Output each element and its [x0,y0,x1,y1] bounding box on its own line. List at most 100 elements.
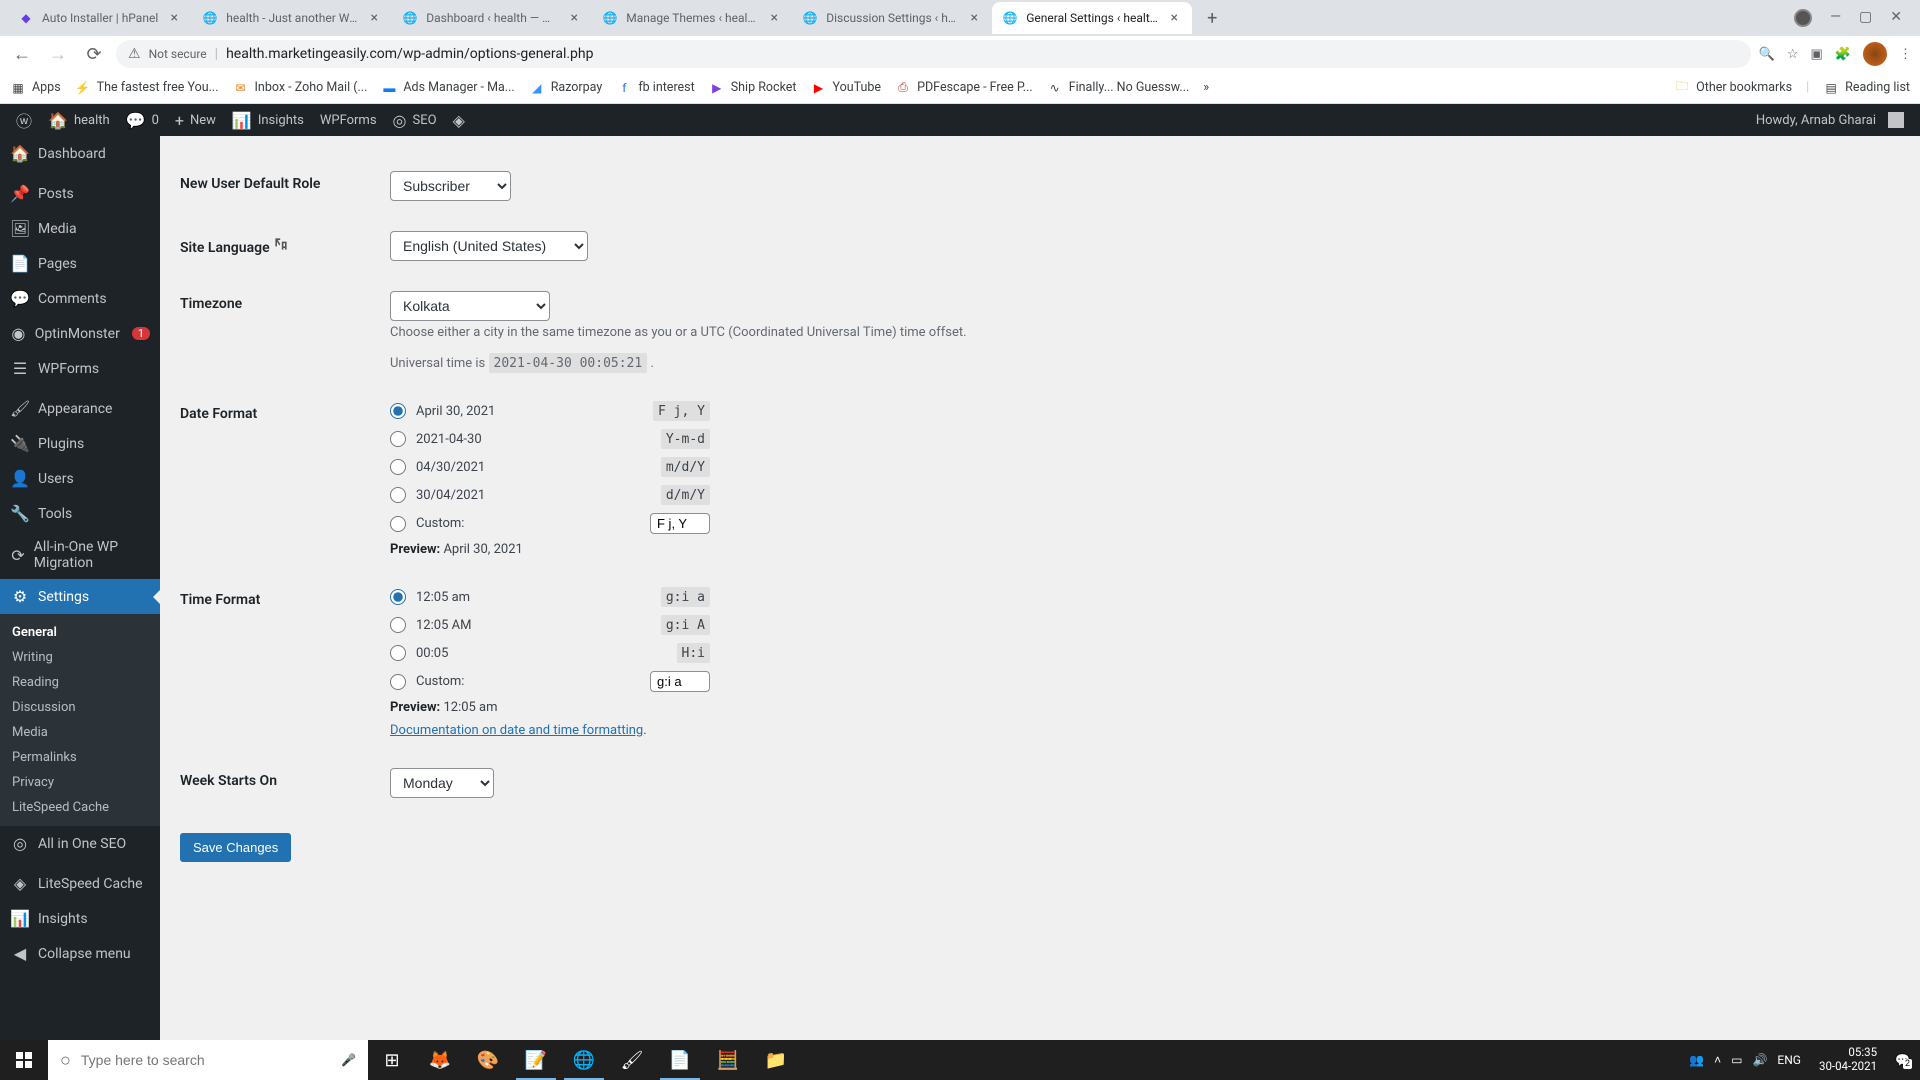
bookmark-star-icon[interactable]: ☆ [1787,47,1799,62]
submenu-litespeed[interactable]: LiteSpeed Cache [0,795,160,820]
bookmark-item[interactable]: ffb interest [616,80,694,96]
bookmark-item[interactable]: ⎙PDFescape - Free P... [895,80,1033,96]
task-view-button[interactable]: ⊞ [368,1040,416,1080]
time-format-radio[interactable] [390,617,406,633]
bookmark-item[interactable]: ▶YouTube [811,80,882,96]
browser-tab-active[interactable]: 🌐 General Settings ‹ health — × [992,2,1192,34]
menu-pages[interactable]: 📄Pages [0,246,160,281]
time-format-radio[interactable] [390,589,406,605]
save-changes-button[interactable]: Save Changes [180,833,291,862]
app-icon[interactable]: 🎨 [464,1040,512,1080]
profile-indicator[interactable] [1794,9,1812,27]
seo-link[interactable]: ◎SEO [385,104,445,136]
time-custom-input[interactable] [650,671,710,692]
address-bar[interactable]: ⚠ Not secure | health.marketingeasily.co… [116,40,1751,68]
paint-icon[interactable]: 🖌 [608,1040,656,1080]
clock[interactable]: 05:35 30-04-2021 [1811,1046,1885,1074]
tab-close-icon[interactable]: × [1166,10,1182,26]
submenu-discussion[interactable]: Discussion [0,695,160,720]
tab-close-icon[interactable]: × [966,10,982,26]
menu-optinmonster[interactable]: ◉OptinMonster1 [0,316,160,351]
menu-wpforms[interactable]: ☰WPForms [0,351,160,386]
insights-link[interactable]: 📊Insights [224,104,312,136]
mic-icon[interactable]: 🎤 [341,1053,356,1067]
bookmarks-overflow[interactable]: » [1203,80,1209,95]
bookmark-item[interactable]: ∿Finally... No Guessw... [1047,80,1190,96]
bookmark-item[interactable]: ⚡The fastest free You... [75,80,219,96]
menu-litespeed[interactable]: ◈LiteSpeed Cache [0,866,160,901]
battery-icon[interactable]: ▭ [1731,1053,1742,1067]
bookmark-item[interactable]: ✉Inbox - Zoho Mail (... [233,80,368,96]
submenu-reading[interactable]: Reading [0,670,160,695]
timezone-select[interactable]: Kolkata [390,291,550,321]
menu-settings[interactable]: ⚙Settings [0,579,160,614]
submenu-media[interactable]: Media [0,720,160,745]
language-indicator[interactable]: ENG [1777,1053,1801,1067]
explorer-icon[interactable]: 📁 [752,1040,800,1080]
extension-icon[interactable]: ▣ [1811,47,1823,62]
date-format-radio[interactable] [390,459,406,475]
menu-dashboard[interactable]: 🏠Dashboard [0,136,160,171]
reload-button[interactable]: ⟳ [80,40,108,68]
people-icon[interactable]: 👥 [1689,1053,1704,1067]
wpforms-link[interactable]: WPForms [312,104,385,136]
word-icon[interactable]: 📄 [656,1040,704,1080]
tab-close-icon[interactable]: × [366,10,382,26]
notepad-icon[interactable]: 📝 [512,1040,560,1080]
new-content-link[interactable]: +New [167,104,224,136]
profile-avatar[interactable] [1863,42,1887,66]
time-format-radio-custom[interactable] [390,674,406,690]
forward-button[interactable]: → [44,40,72,68]
browser-tab[interactable]: ◆ Auto Installer | hPanel × [8,2,192,34]
apps-bookmark[interactable]: ▦Apps [10,80,61,96]
menu-appearance[interactable]: 🖌Appearance [0,391,160,426]
browser-tab[interactable]: 🌐 Discussion Settings ‹ health × [792,2,992,34]
new-user-role-select[interactable]: Subscriber [390,171,511,201]
browser-tab[interactable]: 🌐 Manage Themes ‹ health — × [592,2,792,34]
time-format-radio[interactable] [390,645,406,661]
search-input[interactable] [81,1052,331,1068]
firefox-icon[interactable]: 🦊 [416,1040,464,1080]
taskbar-search[interactable]: ○ 🎤 [48,1040,368,1080]
tab-close-icon[interactable]: × [766,10,782,26]
back-button[interactable]: ← [8,40,36,68]
bookmark-item[interactable]: ▬Ads Manager - Ma... [381,80,514,96]
date-custom-input[interactable] [650,513,710,534]
menu-tools[interactable]: 🔧Tools [0,496,160,531]
tab-close-icon[interactable]: × [166,10,182,26]
collapse-menu[interactable]: ◀Collapse menu [0,936,160,971]
bookmark-item[interactable]: ▶Ship Rocket [709,80,797,96]
notifications-icon[interactable]: 💬2 [1895,1053,1910,1067]
menu-posts[interactable]: 📌Posts [0,176,160,211]
wp-logo[interactable]: ⓦ [8,104,40,136]
reading-list[interactable]: ▤Reading list [1823,80,1910,96]
menu-plugins[interactable]: 🔌Plugins [0,426,160,461]
browser-tab[interactable]: 🌐 Dashboard ‹ health — Wor × [392,2,592,34]
chrome-icon[interactable]: 🌐 [560,1040,608,1080]
date-format-radio[interactable] [390,487,406,503]
submenu-writing[interactable]: Writing [0,645,160,670]
calculator-icon[interactable]: 🧮 [704,1040,752,1080]
minimize-icon[interactable]: — [1830,9,1841,27]
close-icon[interactable]: ✕ [1890,9,1902,27]
menu-comments[interactable]: 💬Comments [0,281,160,316]
start-button[interactable] [0,1040,48,1080]
bookmark-item[interactable]: ◢Razorpay [529,80,603,96]
week-starts-select[interactable]: Monday [390,768,494,798]
browser-tab[interactable]: 🌐 health - Just another WordP × [192,2,392,34]
menu-users[interactable]: 👤Users [0,461,160,496]
maximize-icon[interactable]: ▢ [1859,9,1872,27]
tray-chevron-icon[interactable]: ˄ [1714,1053,1721,1067]
site-language-select[interactable]: English (United States) [390,231,588,261]
submenu-general[interactable]: General [0,620,160,645]
zoom-icon[interactable]: 🔍 [1759,47,1775,62]
menu-insights[interactable]: 📊Insights [0,901,160,936]
other-bookmarks[interactable]: 🗀Other bookmarks [1674,80,1792,96]
submenu-permalinks[interactable]: Permalinks [0,745,160,770]
new-tab-button[interactable]: + [1198,4,1226,32]
menu-media[interactable]: 🖼Media [0,211,160,246]
menu-aioseo[interactable]: ◎All in One SEO [0,826,160,861]
volume-icon[interactable]: 🔊 [1752,1053,1767,1067]
user-greeting[interactable]: Howdy, Arnab Gharai [1748,112,1912,128]
submenu-privacy[interactable]: Privacy [0,770,160,795]
